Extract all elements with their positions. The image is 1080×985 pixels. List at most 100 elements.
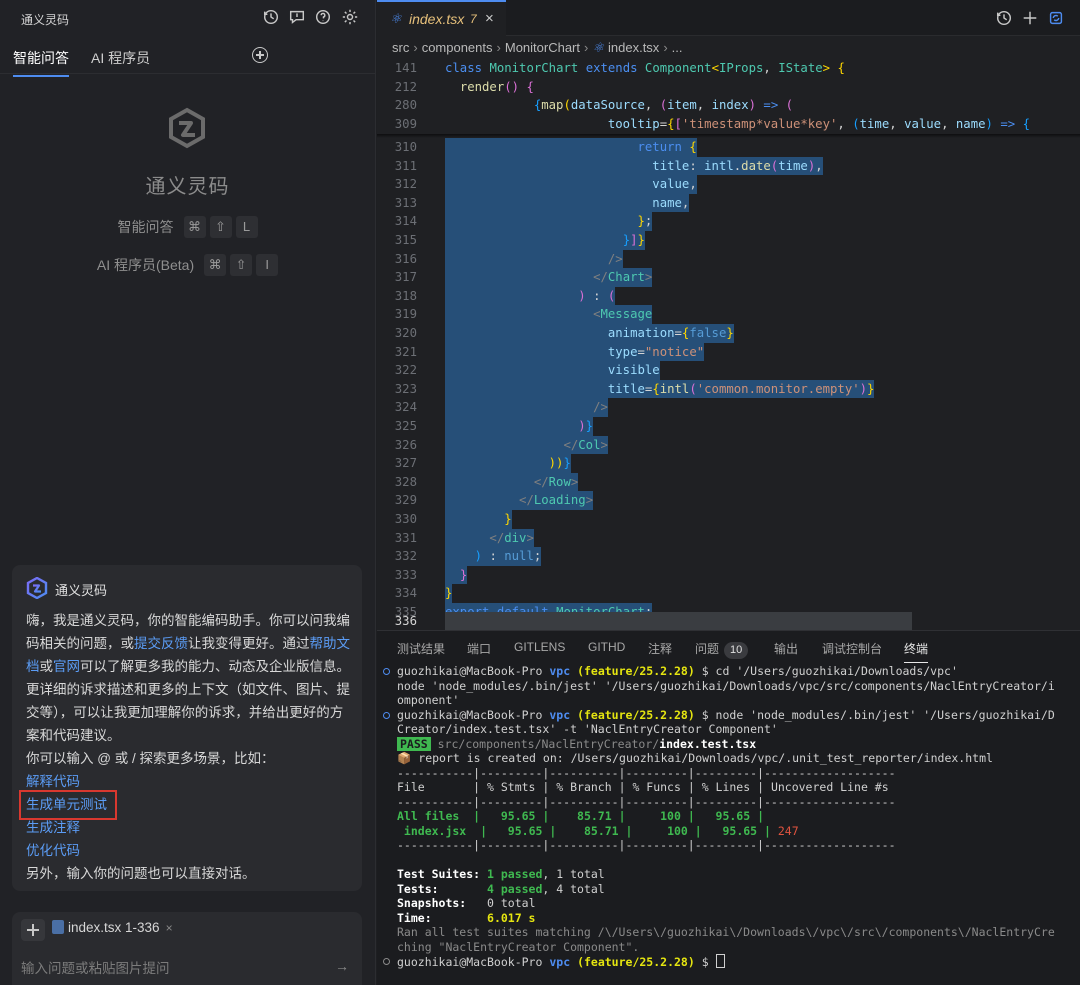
help-icon[interactable] (314, 8, 334, 28)
code-line: 334} (377, 584, 1080, 603)
code-line: 319 <Message (377, 305, 1080, 324)
line-number: 317 (394, 270, 417, 285)
tab-gitlens[interactable]: GITLENS (514, 640, 565, 654)
terminal-output[interactable]: guozhikai@MacBook-Pro vpc (feature/25.2.… (377, 664, 1080, 984)
coverage-branch: 85.71 (577, 809, 612, 823)
terminal-line: Test Suites: 1 passed, 1 total (397, 867, 1080, 882)
line-code: animation={false} (445, 324, 734, 343)
line-number: 315 (394, 233, 417, 247)
line-number: 141 (394, 61, 417, 75)
command-status-dot (383, 668, 390, 675)
shortcut-key: ⌘ (204, 254, 227, 276)
code-line: 323 title={intl('common.monitor.empty')} (377, 379, 1080, 399)
coverage-header: % Branch (556, 780, 612, 794)
tab-test-results[interactable]: 测试结果 (397, 640, 445, 657)
breadcrumb-src[interactable]: src (392, 40, 409, 55)
coverage-branch: 85.71 (583, 823, 619, 838)
breadcrumb-components[interactable]: components (422, 40, 493, 55)
file-icon (52, 920, 64, 934)
line-code: title: intl.date(time), (445, 156, 823, 176)
prompt-dir: vpc (549, 707, 571, 722)
code-area[interactable]: 141 class MonitorChart extends Component<… (377, 59, 1080, 631)
shortcut-key: ⇧ (209, 216, 232, 238)
tab-githd[interactable]: GITHD (588, 640, 625, 654)
tab-terminal[interactable]: 终端 (904, 640, 929, 663)
code-line: 321 type="notice" (377, 342, 1080, 362)
tab-ai-programmer[interactable]: AI 程序员 (91, 48, 150, 68)
terminal-line: guozhikai@MacBook-Pro vpc (feature/25.2.… (397, 708, 1080, 723)
highlight-box (19, 790, 117, 820)
breadcrumb-file[interactable]: index.tsx (608, 40, 659, 55)
coverage-header: % Stmts (487, 780, 536, 794)
send-arrow-icon[interactable]: → (335, 958, 349, 974)
prompt-branch: (feature/25.2.28) (577, 955, 695, 969)
feedback-icon[interactable] (288, 8, 308, 28)
official-site-link[interactable]: 官网 (53, 659, 80, 674)
tongyi-logo-icon (169, 107, 205, 149)
line-code: value, (445, 175, 697, 194)
sync-icon[interactable] (1047, 9, 1065, 27)
code-line: 322 visible (377, 361, 1080, 380)
suggestion-optimize-code[interactable]: 优化代码 (26, 839, 352, 862)
tab-debug-console[interactable]: 调试控制台 (822, 640, 882, 657)
shortcut-key: L (235, 216, 258, 238)
line-code: /> (445, 398, 608, 417)
line-code: }]} (445, 231, 645, 250)
line-number: 319 (394, 307, 417, 322)
tab-comments[interactable]: 注释 (648, 640, 672, 657)
shortcut-ai-programmer: AI 程序员(Beta) ⌘ ⇧ I (0, 254, 375, 276)
pass-badge: PASS (397, 736, 431, 751)
line-code: }; (445, 212, 653, 231)
line-number: 331 (394, 530, 417, 545)
suggestion-generate-unit-test[interactable]: 生成单元测试 (19, 790, 352, 820)
history-icon[interactable] (262, 8, 282, 28)
question-input[interactable]: 输入问题或粘贴图片提问 (21, 957, 170, 977)
tab-label: 问题 (695, 642, 720, 656)
submit-feedback-link[interactable]: 提交反馈 (134, 636, 188, 651)
closing-paragraph: 另外，输入你的问题也可以直接对话。 (26, 866, 256, 881)
terminal-line: Creator/index.test.tsx' -t 'NaclEntryCre… (397, 722, 778, 736)
code-line: 318 ) : ( (377, 286, 1080, 306)
line-number: 333 (394, 567, 417, 582)
timeline-history-icon[interactable] (995, 9, 1013, 27)
code-line: 329 </Loading> (377, 491, 1080, 510)
test-file: index.test.tsx (659, 736, 757, 751)
tab-smart-qa[interactable]: 智能问答 (13, 48, 69, 77)
line-number: 325 (394, 419, 417, 433)
remove-context-icon[interactable]: × (166, 921, 173, 935)
new-chat-icon[interactable] (252, 47, 268, 63)
breadcrumb-more[interactable]: ... (672, 40, 683, 55)
editor-tab-index-tsx[interactable]: ⚛ index.tsx 7 × (377, 0, 506, 36)
breadcrumb-monitorchart[interactable]: MonitorChart (505, 40, 580, 55)
prompt-branch: (feature/25.2.28) (577, 664, 695, 678)
prompt-symbol: $ (701, 955, 709, 969)
terminal-line: node 'node_modules/.bin/jest' '/Users/gu… (397, 678, 1055, 693)
shortcut-key: I (256, 254, 279, 276)
coverage-divider: -----------|---------|----------|-------… (397, 838, 896, 852)
context-file-chip[interactable]: index.tsx 1-336 × (52, 920, 173, 935)
tab-problems[interactable]: 问题 10 (695, 640, 749, 659)
summary-label: Time: (397, 910, 432, 925)
coverage-header-row: File | % Stmts | % Branch | % Funcs | % … (397, 780, 889, 794)
line-code: </Chart> (445, 268, 653, 287)
new-file-plus-icon[interactable] (1021, 9, 1039, 27)
code-line: 327 ))} (377, 454, 1080, 473)
line-number: 328 (394, 474, 417, 489)
intro-text: 让我变得更好。通过 (188, 636, 310, 651)
context-chip-label: index.tsx 1-336 (68, 920, 160, 935)
summary-label: Test Suites: (397, 867, 481, 881)
close-tab-icon[interactable]: × (485, 10, 494, 27)
coverage-stmts: 95.65 (500, 809, 536, 823)
add-context-button[interactable] (21, 919, 45, 941)
ai-assistant-panel: 通义灵码 智能问答 AI 程序员 通义灵码 智能问答 ⌘ ⇧ L AI 程序员(Bet… (0, 0, 376, 985)
settings-gear-icon[interactable] (341, 8, 361, 28)
tab-output[interactable]: 输出 (774, 640, 798, 657)
summary-total: , 4 total (542, 881, 605, 896)
code-line: 141 class MonitorChart extends Component<… (377, 59, 1080, 78)
shortcut-label: AI 程序员(Beta) (96, 257, 195, 273)
line-number: 316 (394, 251, 417, 266)
line-code: {map(dataSource, (item, index) => ( (533, 98, 794, 113)
tab-ports[interactable]: 端口 (467, 640, 491, 657)
line-number: 329 (394, 493, 417, 508)
code-line: 316 /> (377, 249, 1080, 269)
